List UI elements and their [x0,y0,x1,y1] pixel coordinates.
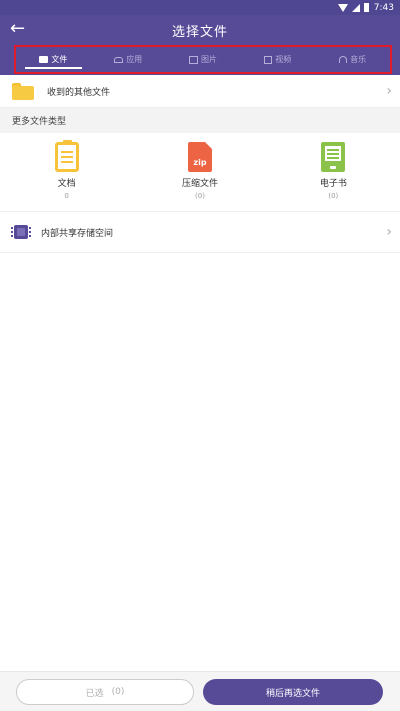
file-type-name: 压缩文件 [181,179,218,189]
tab-label: 图片 [200,55,217,64]
file-types-grid: 文档 0 zip 压缩文件 (0) 电子书 (0) [0,133,400,212]
file-type-documents[interactable]: 文档 0 [0,133,133,211]
file-type-count: 0 [64,192,69,200]
status-bar: 7:43 [0,0,400,15]
internal-storage-row[interactable]: 内部共享存储空间 › [0,212,400,253]
tab-highlight-frame: 文件 应用 图片 视频 音乐 [14,45,392,74]
app-bar: ← 选择文件 [0,15,400,43]
file-type-archives[interactable]: zip 压缩文件 (0) [133,133,266,211]
bottom-action-bar: 已选 (0) 稍后再选文件 [0,671,400,711]
file-type-name: 文档 [57,179,76,189]
video-icon [264,55,273,64]
tab-music[interactable]: 音乐 [315,47,390,72]
selected-files-button[interactable]: 已选 (0) [16,679,194,705]
tab-bar: 文件 应用 图片 视频 音乐 [0,43,400,75]
folder-icon [12,82,34,100]
ebook-icon [321,142,346,172]
page-title: 选择文件 [171,25,228,40]
file-type-count: (0) [328,192,339,200]
headphones-icon [339,56,348,63]
received-files-label: 收到的其他文件 [47,87,111,98]
file-type-name: 电子书 [319,179,347,189]
section-header: 更多文件类型 [0,108,400,133]
status-time: 7:43 [373,2,394,13]
signal-icon [351,3,360,12]
document-icon [54,140,79,172]
received-files-row[interactable]: 收到的其他文件 › [0,75,400,108]
selected-label: 已选 [85,688,104,699]
battery-icon [363,3,369,12]
tab-label: 文件 [51,55,68,64]
select-later-button[interactable]: 稍后再选文件 [203,679,383,705]
tab-apps[interactable]: 应用 [91,47,166,72]
tab-label: 应用 [126,55,143,64]
zip-icon-text: zip [193,158,207,167]
zip-icon: zip [187,142,212,172]
folder-icon [39,56,49,63]
selected-count: (0) [111,687,125,697]
tab-videos[interactable]: 视频 [240,47,315,72]
tab-files[interactable]: 文件 [16,47,91,72]
internal-storage-label: 内部共享存储空间 [41,228,114,239]
android-icon [114,56,124,63]
chevron-right-icon: › [386,83,392,99]
file-type-ebooks[interactable]: 电子书 (0) [267,133,400,211]
tab-images[interactable]: 图片 [166,47,241,72]
image-icon [188,55,198,64]
chevron-right-icon: › [386,224,392,240]
wifi-icon [337,3,348,12]
storage-chip-icon [11,225,31,239]
file-type-count: (0) [195,192,205,200]
tab-label: 音乐 [350,55,367,64]
tab-label: 视频 [275,55,292,64]
